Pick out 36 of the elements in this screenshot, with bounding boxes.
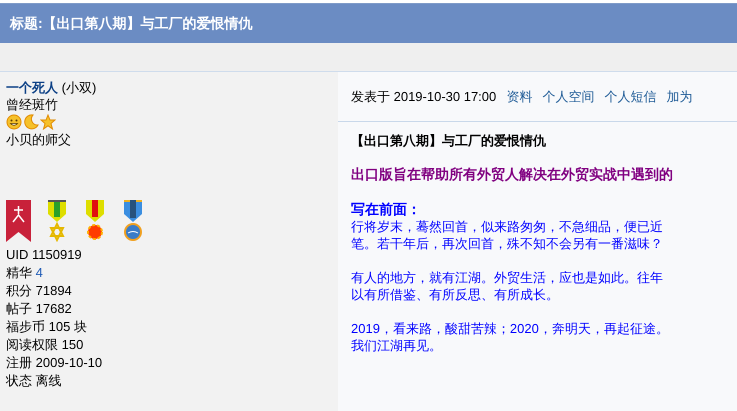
- paragraph: 2019，看来路，酸甜苦辣；2020，奔明天，再起征途。 我们江湖再见。: [351, 320, 669, 354]
- stat-value: 2009-10-10: [36, 355, 102, 370]
- stat-label: 注册: [6, 355, 32, 370]
- author-nickname: (小双): [62, 80, 96, 95]
- paragraph: 有人的地方，就有江湖。外贸生活，应也是如此。往年 以有所借鉴、有所反思、有所成长。: [351, 269, 663, 303]
- post-heading: 【出口第八期】与工厂的爱恨情仇: [351, 132, 546, 149]
- stat-label: 积分: [6, 283, 32, 298]
- stat-value-link[interactable]: 4: [36, 265, 43, 280]
- stat-value: 17682: [36, 301, 72, 316]
- stat-label: 状态: [6, 373, 32, 388]
- custom-title: 小贝的师父: [6, 131, 72, 148]
- stat-label: 精华: [6, 265, 32, 280]
- stat-label: 阅读权限: [6, 337, 58, 352]
- stat-label: UID: [6, 247, 28, 262]
- moon-icon: [23, 114, 39, 130]
- star-icon: [40, 114, 56, 130]
- profile-link[interactable]: 个人短信: [604, 86, 656, 106]
- stat-label: 福步币: [6, 319, 45, 334]
- stat-value: 离线: [36, 373, 62, 388]
- thread-title: 标题:【出口第八期】与工厂的爱恨情仇: [10, 14, 253, 33]
- user-title: 曾经斑竹: [6, 96, 59, 113]
- stat-value: 150: [62, 337, 84, 352]
- stat-value: 1150919: [32, 247, 82, 262]
- profile-link[interactable]: 资料: [506, 86, 532, 106]
- intro-text: 出口版旨在帮助所有外贸人解决在外贸实战中遇到的: [351, 166, 673, 183]
- ribbon-badge-icon: [6, 200, 32, 242]
- post-date: 发表于 2019-10-30 17:00: [351, 88, 496, 106]
- author-name-link[interactable]: 一个死人: [6, 80, 58, 95]
- stat-value: 71894: [36, 283, 72, 298]
- stat-value: 105 块: [48, 319, 87, 334]
- section-heading: 写在前面：: [351, 201, 421, 218]
- profile-link[interactable]: 个人空间: [542, 86, 594, 106]
- stat-label: 帖子: [6, 301, 32, 316]
- paragraph: 行将岁末，蓦然回首，似来路匆匆，不急细品，便已近 笔。若干年后，再次回首，殊不知不会另有一番滋味？: [351, 218, 663, 252]
- sun-face-icon: [6, 114, 22, 130]
- profile-link[interactable]: 加为: [666, 86, 692, 106]
